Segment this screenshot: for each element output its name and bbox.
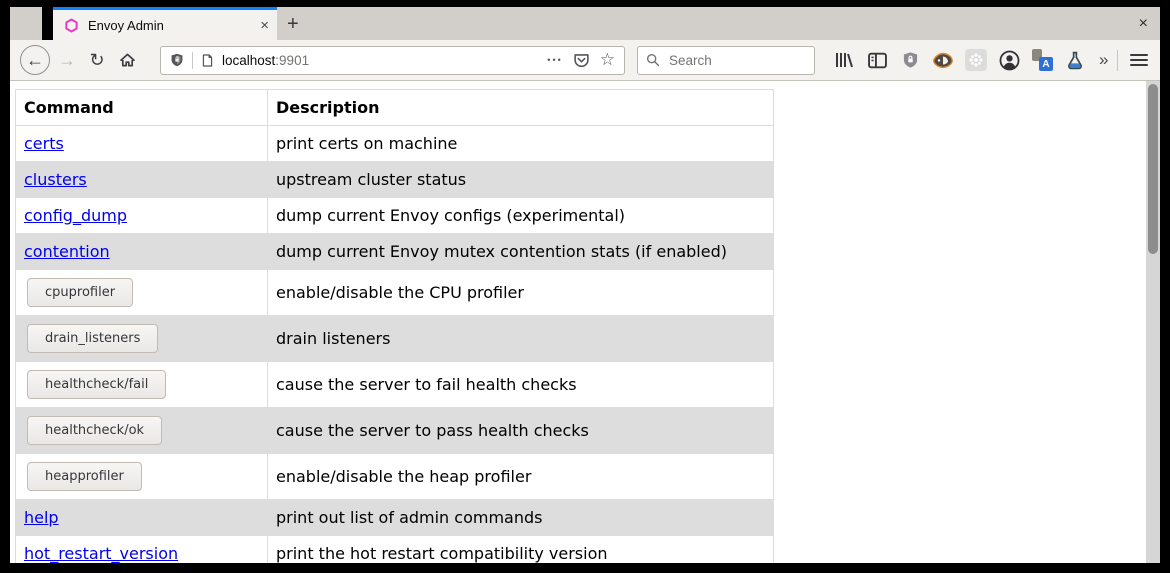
table-row: cpuprofiler enable/disable the CPU profi… [16,270,774,316]
command-form: healthcheck/ok [24,416,259,445]
vertical-scrollbar[interactable] [1146,81,1160,563]
sidebar-toggle-icon[interactable] [866,49,888,71]
toolbar-extensions: A [833,49,1097,71]
command-description: enable/disable the CPU profiler [268,270,774,316]
table-row: help print out list of admin commands [16,500,774,536]
table-header-row: Command Description [16,90,774,126]
command-form: drain_listeners [24,324,259,353]
account-icon[interactable] [998,49,1020,71]
lab-flask-extension-icon[interactable] [1064,49,1086,71]
command-form: healthcheck/fail [24,370,259,399]
url-divider [192,52,193,69]
table-row: certs print certs on machine [16,126,774,162]
command-description: cause the server to pass health checks [268,408,774,454]
command-form: heapprofiler [24,462,259,491]
titlebar-notch [42,7,53,40]
home-icon [119,52,136,68]
url-bar[interactable]: localhost:9901 ••• ☆ [160,46,625,75]
titlebar-spacer [10,7,42,40]
search-bar[interactable] [637,46,815,75]
shield-lock-extension-icon[interactable] [899,49,921,71]
command-description: enable/disable the heap profiler [268,454,774,500]
translate-extension-icon[interactable]: A [1031,49,1053,71]
tab-title: Envoy Admin [88,18,260,33]
command-form: cpuprofiler [24,278,259,307]
description-column-header: Description [268,90,774,126]
window-close-button[interactable]: × [1139,16,1148,32]
envoy-admin-page: Command Description certs print certs on… [15,89,1160,563]
command-description: dump current Envoy mutex contention stat… [268,234,774,270]
pocket-save-icon[interactable] [573,52,590,69]
url-port: :9901 [275,53,309,68]
tab-bar: Envoy Admin × + × [10,7,1160,40]
command-description: upstream cluster status [268,162,774,198]
forward-button[interactable]: → [52,45,82,75]
command-link[interactable]: contention [24,242,110,261]
table-row: clusters upstream cluster status [16,162,774,198]
table-row: heapprofiler enable/disable the heap pro… [16,454,774,500]
command-description: print out list of admin commands [268,500,774,536]
url-host: localhost [222,53,275,68]
new-tab-button[interactable]: + [287,14,299,34]
command-description: cause the server to fail health checks [268,362,774,408]
menu-button[interactable] [1130,48,1148,72]
command-description: print the hot restart compatibility vers… [268,536,774,564]
reload-button[interactable]: ↻ [82,45,112,75]
browser-window: Envoy Admin × + × ← → ↻ [10,7,1160,563]
command-description: dump current Envoy configs (experimental… [268,198,774,234]
command-description: drain listeners [268,316,774,362]
table-row: healthcheck/ok cause the server to pass … [16,408,774,454]
command-description: print certs on machine [268,126,774,162]
command-button[interactable]: healthcheck/fail [27,370,166,399]
envoy-favicon-icon [64,18,79,33]
navigation-toolbar: ← → ↻ localhost:9901 ••• [10,40,1160,81]
table-row: config_dump dump current Envoy configs (… [16,198,774,234]
page-content: Command Description certs print certs on… [10,81,1160,563]
search-input[interactable] [667,52,787,69]
home-button[interactable] [112,45,142,75]
tracking-protection-shield-icon[interactable] [170,52,184,68]
back-button[interactable]: ← [20,45,50,75]
command-button[interactable]: drain_listeners [27,324,158,353]
command-link[interactable]: certs [24,134,64,153]
command-link[interactable]: hot_restart_version [24,544,178,563]
page-actions-icon[interactable]: ••• [547,55,562,65]
search-icon [646,53,660,67]
command-button[interactable]: heapprofiler [27,462,142,491]
table-row: hot_restart_version print the hot restar… [16,536,774,564]
overflow-chevron-icon[interactable]: » [1099,50,1108,70]
library-icon[interactable] [833,49,855,71]
command-link[interactable]: config_dump [24,206,127,225]
page-info-icon[interactable] [201,53,214,68]
table-row: healthcheck/fail cause the server to fai… [16,362,774,408]
decentraleyes-extension-icon[interactable] [965,49,987,71]
command-button[interactable]: healthcheck/ok [27,416,162,445]
tab-strip: + × [277,7,1160,40]
privacy-badger-extension-icon[interactable] [932,49,954,71]
command-column-header: Command [16,90,268,126]
command-button[interactable]: cpuprofiler [27,278,133,307]
admin-command-table: Command Description certs print certs on… [15,89,774,563]
table-row: contention dump current Envoy mutex cont… [16,234,774,270]
scrollbar-thumb[interactable] [1148,84,1158,254]
table-row: drain_listeners drain listeners [16,316,774,362]
tab-envoy-admin[interactable]: Envoy Admin × [53,7,277,40]
tab-close-icon[interactable]: × [260,18,269,33]
bookmark-star-icon[interactable]: ☆ [600,50,615,70]
command-link[interactable]: help [24,508,59,527]
command-link[interactable]: clusters [24,170,87,189]
toolbar-separator [1117,50,1118,71]
